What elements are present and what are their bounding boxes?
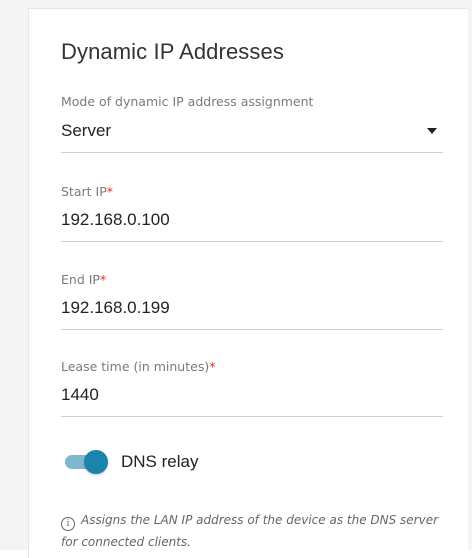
start-ip-label: Start IP* xyxy=(61,184,443,200)
lease-time-label-text: Lease time (in minutes) xyxy=(61,359,210,374)
section-title: Dynamic IP Addresses xyxy=(61,39,284,64)
end-ip-label-text: End IP xyxy=(61,272,100,287)
toggle-thumb[interactable] xyxy=(84,450,108,474)
mode-value: Server xyxy=(61,121,112,140)
mode-select[interactable]: Mode of dynamic IP address assignment Se… xyxy=(61,94,443,153)
end-ip-field[interactable]: End IP* 192.168.0.199 xyxy=(61,272,443,330)
dynamic-ip-card: Dynamic IP Addresses Mode of dynamic IP … xyxy=(28,8,468,558)
required-mark: * xyxy=(209,359,216,374)
info-icon: i xyxy=(61,517,75,531)
mode-label: Mode of dynamic IP address assignment xyxy=(61,94,314,109)
hint-text: Assigns the LAN IP address of the device… xyxy=(61,513,439,549)
start-ip-label-text: Start IP xyxy=(61,184,107,199)
required-mark: * xyxy=(99,272,107,287)
mode-select-row[interactable]: Server xyxy=(61,120,443,152)
lease-time-label: Lease time (in minutes)* xyxy=(61,359,443,375)
lease-time-input[interactable]: 1440 xyxy=(61,384,443,416)
dns-relay-label: DNS relay xyxy=(121,452,199,471)
required-mark: * xyxy=(106,184,113,199)
page-background: Dynamic IP Addresses Mode of dynamic IP … xyxy=(0,0,472,558)
lease-time-field[interactable]: Lease time (in minutes)* 1440 xyxy=(61,359,443,417)
dns-relay-toggle[interactable] xyxy=(65,449,108,475)
end-ip-input[interactable]: 192.168.0.199 xyxy=(61,297,443,329)
start-ip-input[interactable]: 192.168.0.100 xyxy=(61,209,443,241)
chevron-down-icon[interactable] xyxy=(427,128,437,134)
start-ip-field[interactable]: Start IP* 192.168.0.100 xyxy=(61,184,443,242)
end-ip-label: End IP* xyxy=(61,272,443,288)
dns-relay-hint: i Assigns the LAN IP address of the devic… xyxy=(61,509,443,553)
dns-relay-row[interactable]: DNS relay xyxy=(65,449,198,475)
